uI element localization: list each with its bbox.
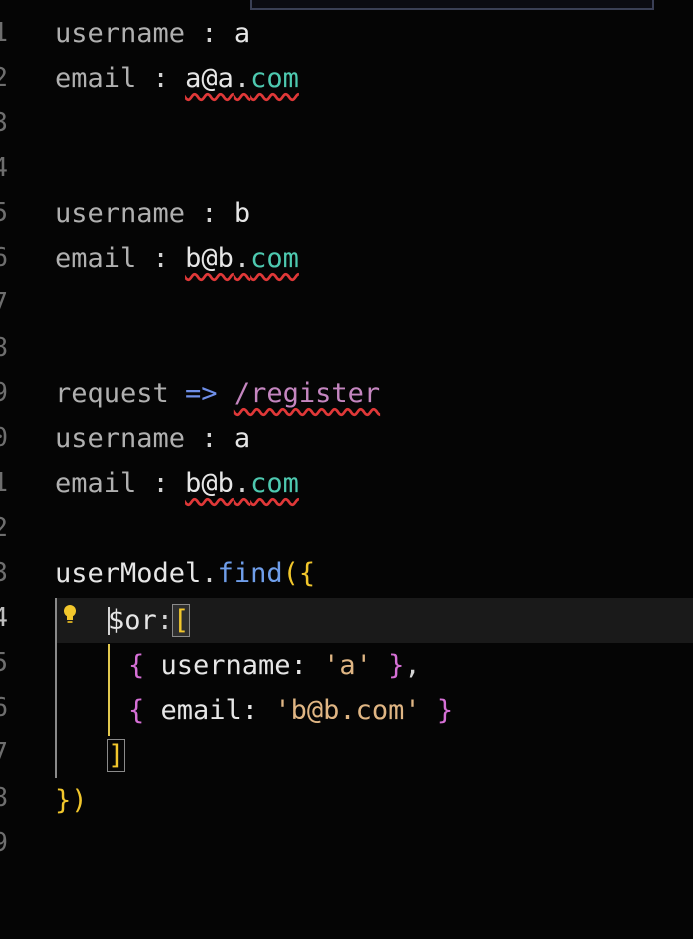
line-number: 5 (0, 648, 8, 678)
token-key: $or (108, 605, 157, 636)
code-line[interactable]: ] (106, 733, 126, 778)
token-separator: : (185, 198, 234, 229)
token-key: email (55, 63, 137, 94)
token-brace: { (128, 650, 145, 681)
token-bracket-matched: ] (106, 739, 126, 772)
token-dot: . (233, 63, 251, 94)
token-function: find (217, 558, 283, 589)
lightbulb-icon[interactable] (62, 604, 78, 626)
code-line-active[interactable]: $or:[ (108, 598, 191, 643)
line-number-active: 4 (0, 603, 8, 633)
token-brace: } (55, 785, 72, 816)
token-brace: { (298, 558, 316, 589)
line-number: 0 (0, 423, 8, 453)
token-paren: ) (71, 785, 88, 816)
token-value: b (233, 198, 251, 229)
line-number: 2 (0, 63, 8, 93)
token-path: /register (233, 378, 381, 409)
code-line[interactable]: email : b@b.com (55, 461, 299, 506)
token-domain: com (250, 63, 299, 94)
code-line[interactable]: request => /register (55, 371, 380, 416)
code-line[interactable]: email : b@b.com (55, 236, 299, 281)
line-number: 1 (0, 468, 8, 498)
token-email-user: b@b (185, 243, 234, 274)
text-cursor (108, 607, 110, 635)
token-request: request (55, 378, 169, 409)
search-widget-edge (250, 0, 654, 10)
token-value: a (233, 18, 251, 49)
token-email-user: b@b (185, 468, 234, 499)
token-brace: } (420, 695, 454, 726)
token-colon: : (156, 605, 174, 636)
code-line[interactable]: }) (55, 778, 88, 823)
token-separator: : (136, 63, 186, 94)
token-string: 'b@b.com' (274, 695, 421, 726)
line-number: 6 (0, 693, 8, 723)
line-number: 7 (0, 738, 8, 768)
token-key: username (55, 18, 186, 49)
line-number: 3 (0, 558, 8, 588)
line-number: 1 (0, 18, 8, 48)
token-separator: : (185, 18, 234, 49)
token-key: email (55, 468, 137, 499)
token-comma: , (404, 650, 421, 681)
code-line[interactable]: userModel.find({ (55, 551, 315, 596)
token-separator: : (136, 468, 186, 499)
token-dot: . (233, 468, 251, 499)
token-string: 'a' (323, 650, 372, 681)
line-number: 4 (0, 153, 8, 183)
code-line[interactable]: { email: 'b@b.com' } (128, 688, 453, 733)
token-value: a (233, 423, 251, 454)
token-arrow: => (168, 378, 234, 409)
token-key: username (55, 423, 186, 454)
line-number-gutter: 1 2 3 4 5 6 7 8 9 0 1 2 3 4 5 6 7 8 9 (0, 0, 20, 939)
token-brace: { (128, 695, 145, 726)
indent-guide (55, 598, 57, 778)
line-number: 7 (0, 288, 8, 318)
token-dot: . (233, 243, 251, 274)
line-number: 3 (0, 108, 8, 138)
code-line[interactable]: username : b (55, 191, 250, 236)
token-separator: : (136, 243, 186, 274)
line-number: 5 (0, 198, 8, 228)
token-key: email (55, 243, 137, 274)
token-email-user: a@a (185, 63, 234, 94)
token-key: username: (144, 650, 324, 681)
token-key: email: (144, 695, 275, 726)
token-dot: . (201, 558, 218, 589)
code-line[interactable]: username : a (55, 416, 250, 461)
line-number: 9 (0, 378, 8, 408)
code-editor[interactable]: 1 2 3 4 5 6 7 8 9 0 1 2 3 4 5 6 7 8 9 us… (0, 0, 693, 939)
line-number: 9 (0, 828, 8, 858)
code-line[interactable]: { username: 'a' }, (128, 643, 421, 688)
line-number: 6 (0, 243, 8, 273)
code-line[interactable]: username : a (55, 11, 250, 56)
token-domain: com (250, 468, 299, 499)
token-bracket-matched: [ (172, 604, 191, 637)
token-paren: ( (282, 558, 299, 589)
token-key: username (55, 198, 186, 229)
line-number: 8 (0, 783, 8, 813)
line-number: 2 (0, 513, 8, 543)
line-number: 8 (0, 333, 8, 363)
code-line[interactable]: email : a@a.com (55, 56, 299, 101)
bracket-pair-guide (108, 644, 110, 736)
token-object: userModel (55, 558, 202, 589)
token-separator: : (185, 423, 234, 454)
token-domain: com (250, 243, 299, 274)
token-brace: } (371, 650, 405, 681)
